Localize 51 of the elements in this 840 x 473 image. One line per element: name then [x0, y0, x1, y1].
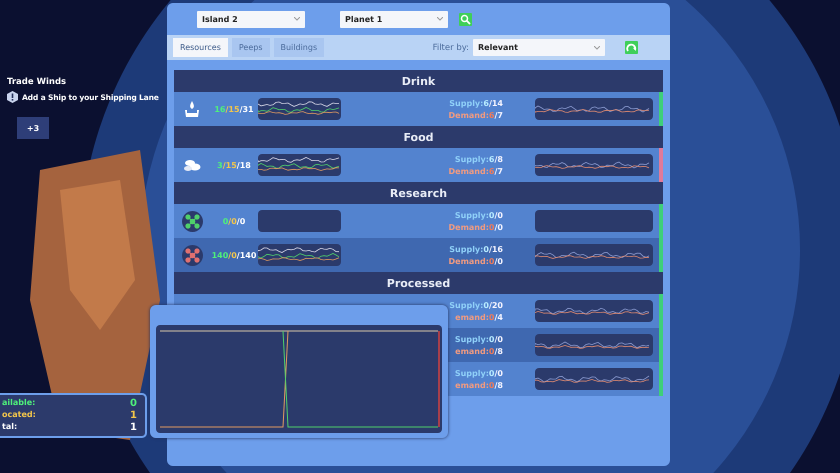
- quest-title: Trade Winds: [7, 77, 68, 87]
- supply-text: Supply:0/16: [449, 244, 503, 254]
- worker-count: 0: [130, 398, 137, 409]
- worker-label: ailable:: [2, 398, 36, 409]
- stock-counts: 16/15/31: [214, 104, 254, 114]
- supply-text: Supply:0/20: [449, 300, 503, 310]
- demand-text: emand:0/8: [455, 346, 503, 356]
- molecule-icon: [182, 210, 202, 232]
- demand-text: Demand:6/7: [448, 110, 503, 120]
- demand-text: Demand:0/0: [448, 222, 503, 232]
- filter-label: Filter by:: [432, 42, 469, 52]
- island-dropdown[interactable]: Island 2: [197, 10, 305, 28]
- tab[interactable]: Buildings: [274, 38, 324, 57]
- more-quests-button[interactable]: +3: [17, 117, 49, 139]
- group-header: Drink: [174, 70, 663, 92]
- caret-icon: [294, 17, 300, 21]
- water-drop-icon: [185, 101, 199, 117]
- resource-row[interactable]: 0/0/0 Supply:0/0 Demand:0/0: [174, 204, 663, 238]
- refresh-icon[interactable]: [625, 41, 638, 54]
- planet-dropdown[interactable]: Planet 1: [340, 10, 448, 28]
- stock-counts: 3/15/18: [217, 160, 251, 170]
- demand-text: emand:0/4: [455, 312, 503, 322]
- resource-row[interactable]: 3/15/18 Supply:6/8 Demand:6/7: [174, 148, 663, 182]
- stock-counts: 140/0/140: [212, 250, 256, 260]
- group-header: Food: [174, 126, 663, 148]
- worker-count: 1: [130, 410, 137, 421]
- search-icon[interactable]: [459, 12, 472, 26]
- tab[interactable]: Peeps: [232, 38, 270, 57]
- worker-label: ocated:: [2, 410, 36, 421]
- alert-icon: [7, 91, 18, 103]
- resource-row[interactable]: 16/15/31 Supply:6/14 Demand:6/7: [174, 92, 663, 126]
- demand-text: Demand:0/0: [448, 256, 503, 266]
- caret-icon: [594, 46, 600, 50]
- beans-icon: [183, 158, 201, 172]
- supply-text: Supply:6/8: [454, 154, 503, 164]
- filter-dropdown[interactable]: Relevant: [473, 39, 605, 56]
- group-header: Research: [174, 182, 663, 204]
- tab[interactable]: Resources: [173, 38, 228, 57]
- stock-counts: 0/0/0: [222, 216, 246, 226]
- supply-text: Supply:0/0: [454, 368, 503, 378]
- supply-text: Supply:0/0: [454, 334, 503, 344]
- group-header: Processed: [174, 272, 663, 294]
- resource-row[interactable]: 140/0/140 Supply:0/16 Demand:0/0: [174, 238, 663, 272]
- caret-icon: [437, 17, 443, 21]
- molecule-icon: [182, 244, 202, 266]
- worker-count: 1: [130, 422, 137, 433]
- worker-label: tal:: [2, 422, 18, 433]
- demand-text: Demand:6/7: [448, 166, 503, 176]
- demand-text: emand:0/8: [455, 380, 503, 390]
- supply-text: Supply:0/0: [454, 210, 503, 220]
- supply-text: Supply:6/14: [449, 98, 503, 108]
